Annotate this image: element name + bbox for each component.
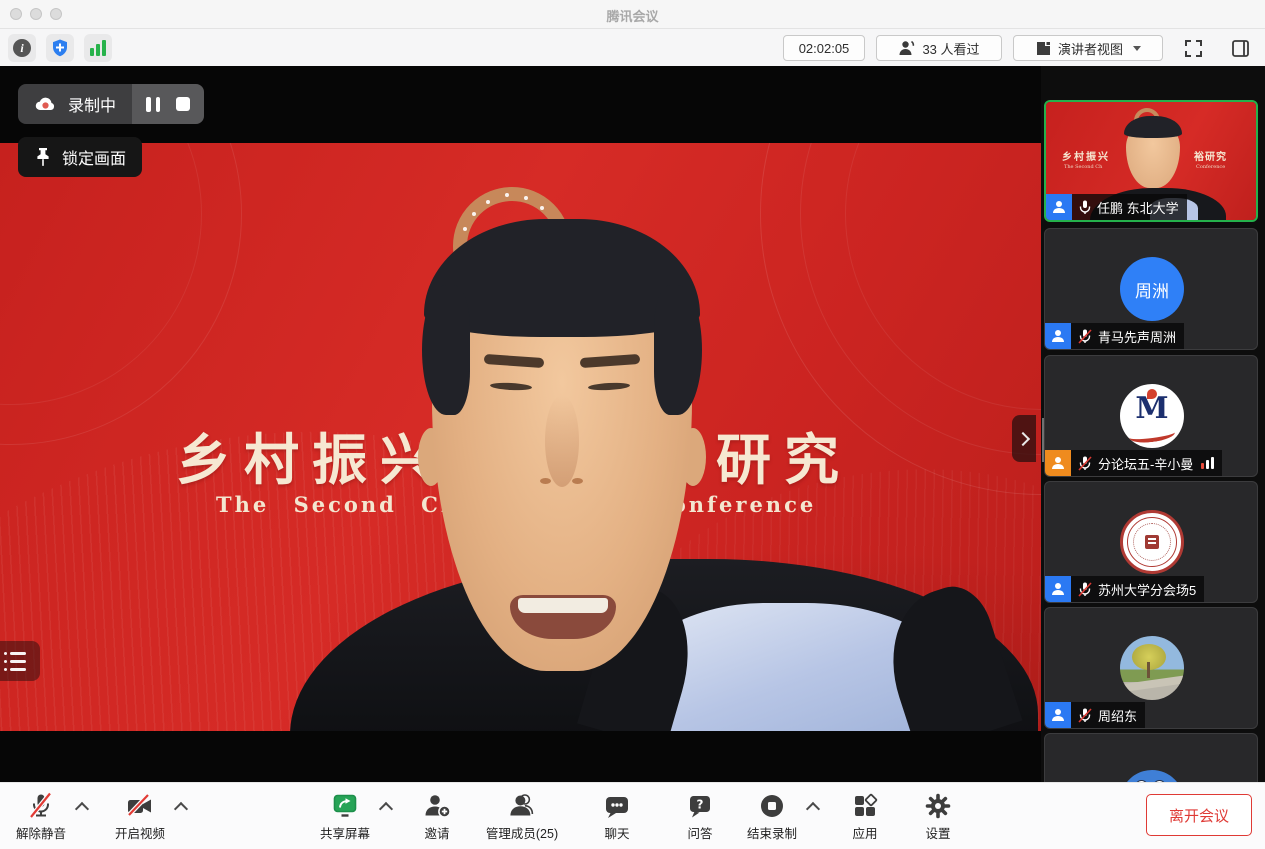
- side-panel-toggle-button[interactable]: [1229, 37, 1252, 65]
- participant-name: 分论坛五-辛小曼: [1098, 454, 1193, 473]
- chat-icon: [602, 791, 632, 821]
- mic-muted-icon: [1078, 329, 1092, 344]
- signal-bars-icon: [1201, 457, 1214, 469]
- viewers-person-icon: [898, 39, 916, 57]
- view-mode-dropdown[interactable]: 演讲者视图: [1013, 35, 1163, 61]
- participant-badge-icon: [1045, 323, 1071, 349]
- side-panel-icon: [1229, 37, 1252, 60]
- qa-icon: ?: [685, 791, 715, 821]
- security-button[interactable]: [46, 34, 74, 62]
- mic-muted-icon: [1078, 582, 1092, 597]
- banner-subtitle-left: The Second Ch: [216, 492, 459, 517]
- chevron-up-icon[interactable]: [174, 802, 188, 816]
- apps-button[interactable]: 应用: [850, 790, 880, 842]
- participant-tile-renpeng[interactable]: 乡村振兴 裕研究 The Second Ch Conference: [1044, 100, 1258, 222]
- network-stats-button[interactable]: [84, 34, 112, 62]
- participant-badge-icon: [1046, 194, 1072, 220]
- fullscreen-button[interactable]: [1182, 37, 1205, 65]
- avatar: 周洲: [1120, 257, 1184, 321]
- info-icon: i: [13, 39, 31, 57]
- mic-muted-icon: [1078, 708, 1092, 723]
- mic-on-icon: [1079, 200, 1091, 215]
- share-screen-button[interactable]: 共享屏幕: [320, 790, 370, 842]
- svg-text:?: ?: [697, 797, 704, 811]
- banner-title-left: 乡村振兴: [176, 415, 448, 495]
- pause-recording-button[interactable]: [146, 97, 160, 112]
- lock-view-label: 锁定画面: [62, 145, 126, 169]
- cloud-record-icon: [34, 94, 58, 114]
- timer-value: 02:02:05: [799, 41, 850, 56]
- participant-name: 青马先声周洲: [1098, 327, 1176, 346]
- chevron-right-icon: [1016, 431, 1030, 445]
- avatar: [1120, 770, 1184, 782]
- window-titlebar: 腾讯会议: [0, 0, 1265, 29]
- invite-icon: [422, 791, 452, 821]
- participant-name: 周绍东: [1098, 706, 1137, 725]
- invite-button[interactable]: 邀请: [422, 790, 452, 842]
- start-video-button[interactable]: 开启视频: [115, 790, 165, 842]
- list-icon: [4, 652, 40, 655]
- collapse-sidebar-button[interactable]: [1012, 415, 1036, 462]
- settings-button[interactable]: 设置: [923, 790, 953, 842]
- avatar: [1120, 636, 1184, 700]
- lock-view-button[interactable]: 锁定画面: [18, 137, 142, 177]
- window-title: 腾讯会议: [0, 6, 1265, 25]
- participant-tile-xinxiaoman[interactable]: M 分论坛五-辛小曼: [1044, 355, 1258, 477]
- meeting-main-area: 乡村振兴 裕研究 The Second Ch Conference: [0, 66, 1265, 782]
- chevron-up-icon[interactable]: [75, 802, 89, 816]
- settings-gear-icon: [923, 791, 953, 821]
- speaker-video: 乡村振兴 裕研究 The Second Ch Conference: [0, 143, 1041, 731]
- participant-tile-zhoushaodong[interactable]: 周绍东: [1044, 607, 1258, 729]
- participant-tile-suzhou[interactable]: 苏州大学分会场5: [1044, 481, 1258, 603]
- mic-muted-icon: [26, 791, 56, 821]
- control-bar: 解除静音 开启视频 共享屏幕: [0, 782, 1265, 849]
- recording-label: 录制中: [68, 92, 116, 116]
- screen-share-icon: [330, 791, 360, 821]
- participant-badge-icon: [1045, 576, 1071, 602]
- caption-list-button[interactable]: [0, 641, 40, 681]
- participant-name: 任鹏 东北大学: [1097, 198, 1179, 217]
- qa-button[interactable]: ? 问答: [685, 790, 715, 842]
- viewers-button[interactable]: 33 人看过: [876, 35, 1002, 61]
- participant-sidebar: 乡村振兴 裕研究 The Second Ch Conference: [1041, 66, 1265, 782]
- participant-name: 苏州大学分会场5: [1098, 580, 1196, 599]
- speaker-head: [428, 223, 696, 671]
- caret-down-icon: [1133, 46, 1141, 51]
- network-stats-icon: [90, 40, 106, 56]
- avatar: [1120, 510, 1184, 574]
- layout-icon: [1035, 40, 1052, 57]
- recording-indicator: 录制中: [18, 84, 204, 124]
- unmute-button[interactable]: 解除静音: [16, 790, 66, 842]
- shield-icon: [50, 38, 70, 58]
- pin-icon: [34, 147, 52, 167]
- leave-meeting-button[interactable]: 离开会议: [1146, 794, 1252, 836]
- mic-muted-icon: [1078, 456, 1092, 471]
- camera-muted-icon: [125, 791, 155, 821]
- chevron-up-icon[interactable]: [806, 802, 820, 816]
- viewers-count-label: 33 人看过: [922, 39, 979, 58]
- participant-badge-icon: [1045, 450, 1071, 476]
- participant-badge-icon: [1045, 702, 1071, 728]
- fullscreen-icon: [1182, 37, 1205, 60]
- chat-button[interactable]: 聊天: [602, 790, 632, 842]
- participant-tile-zhouzhou[interactable]: 周洲 青马先声周洲: [1044, 228, 1258, 350]
- meeting-info-button[interactable]: i: [8, 34, 36, 62]
- chevron-up-icon[interactable]: [379, 802, 393, 816]
- stop-record-icon: [757, 791, 787, 821]
- manage-members-button[interactable]: 管理成员(25): [486, 790, 558, 842]
- stop-recording-button[interactable]: [176, 97, 190, 111]
- view-mode-label: 演讲者视图: [1058, 39, 1123, 58]
- apps-icon: [850, 791, 880, 821]
- speaker-stage: 乡村振兴 裕研究 The Second Ch Conference: [0, 66, 1041, 782]
- meeting-timer: 02:02:05: [783, 35, 865, 61]
- participant-tile-partial[interactable]: [1044, 733, 1258, 782]
- meeting-toolbar: i 02:02:05 33 人看过 演讲者视图: [0, 29, 1265, 66]
- end-recording-button[interactable]: 结束录制: [747, 790, 797, 842]
- members-icon: [507, 791, 537, 821]
- avatar: M: [1120, 384, 1184, 448]
